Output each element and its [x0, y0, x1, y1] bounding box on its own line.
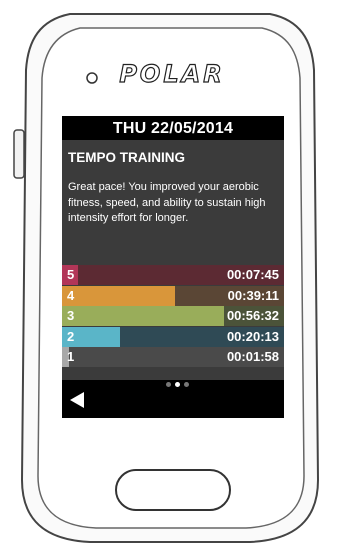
date-header: THU 22/05/2014 [62, 116, 284, 140]
zone-fill-bar [62, 285, 176, 306]
brand-logo: POLAR [119, 60, 224, 88]
page-indicator [166, 382, 196, 388]
zone-duration: 00:07:45 [226, 267, 279, 282]
zone-duration: 00:39:11 [227, 287, 279, 303]
zone-number: 5 [67, 267, 75, 282]
zone-row-1: 1 00:01:58 [62, 347, 284, 368]
side-button [13, 129, 25, 179]
zone-duration: 00:20:13 [226, 328, 279, 344]
zone-number: 3 [67, 308, 75, 324]
zone-duration: 00:56:32 [226, 308, 279, 324]
page-dot-active [175, 382, 180, 387]
page-dot [184, 382, 189, 387]
bottom-button[interactable] [115, 469, 231, 511]
zone-row-4: 4 00:39:11 [62, 285, 284, 306]
zone-number: 2 [67, 328, 75, 344]
training-title: TEMPO TRAINING [68, 150, 185, 165]
zone-number: 1 [67, 349, 75, 365]
back-arrow-icon[interactable] [66, 388, 90, 412]
zone-row-2: 2 00:20:13 [62, 326, 284, 347]
zone-row-5: 5 00:07:45 [62, 265, 284, 285]
zone-duration: 00:01:58 [226, 349, 279, 365]
training-feedback: Great pace! You improved your aerobic fi… [68, 181, 266, 224]
zone-row-3: 3 00:56:32 [62, 306, 284, 327]
zone-number: 4 [67, 287, 75, 303]
zone-fill-bar [62, 306, 225, 327]
display-screen: THU 22/05/2014 TEMPO TRAINING Great pace… [62, 116, 284, 418]
page-dot [166, 382, 171, 387]
